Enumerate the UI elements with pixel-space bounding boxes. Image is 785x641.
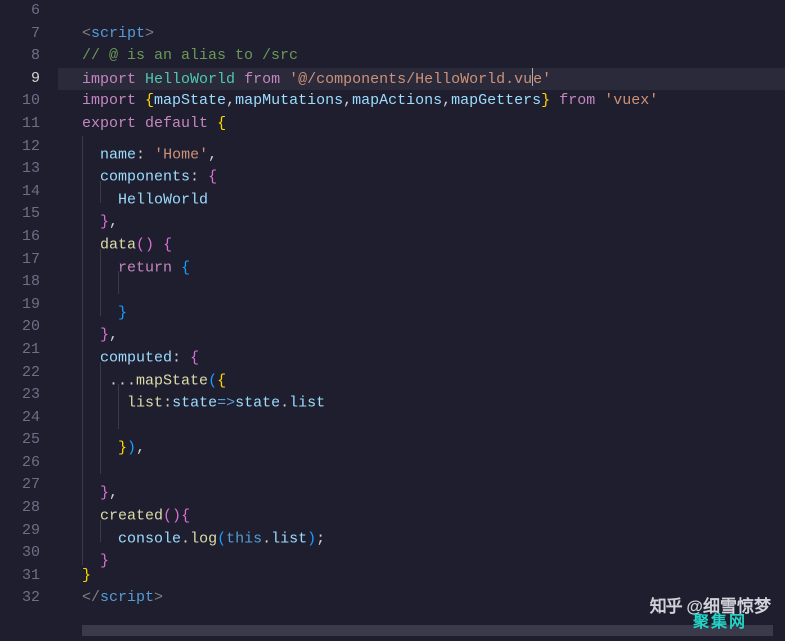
line-number: 20 [0, 316, 58, 339]
code-line[interactable]: }, [58, 474, 785, 497]
line-number: 11 [0, 113, 58, 136]
code-line[interactable]: // @ is an alias to /src [58, 45, 785, 68]
line-number: 31 [0, 565, 58, 588]
line-number: 28 [0, 497, 58, 520]
line-number: 24 [0, 407, 58, 430]
code-line[interactable]: } [58, 294, 785, 317]
line-number: 26 [0, 452, 58, 475]
line-number: 16 [0, 226, 58, 249]
code-line[interactable]: data() { [58, 226, 785, 249]
line-number-gutter: 6789101112131415161718192021222324252627… [0, 0, 58, 625]
code-line[interactable]: created(){ [58, 497, 785, 520]
code-line[interactable]: ...mapState({ [58, 362, 785, 385]
line-number: 18 [0, 271, 58, 294]
code-line[interactable]: return { [58, 249, 785, 272]
line-number: 6 [0, 0, 58, 23]
code-line[interactable]: import {mapState,mapMutations,mapActions… [58, 90, 785, 113]
code-line[interactable]: export default { [58, 113, 785, 136]
line-number: 14 [0, 181, 58, 204]
code-area[interactable]: <script>// @ is an alias to /srcimport H… [58, 0, 785, 625]
line-number: 29 [0, 520, 58, 543]
line-number: 8 [0, 45, 58, 68]
line-number: 9 [0, 68, 58, 91]
line-number: 19 [0, 294, 58, 317]
line-number: 10 [0, 90, 58, 113]
code-line[interactable]: } [58, 565, 785, 588]
code-line[interactable]: components: { [58, 158, 785, 181]
code-line[interactable]: <script> [58, 23, 785, 46]
line-number: 7 [0, 23, 58, 46]
code-line[interactable]: }, [58, 316, 785, 339]
line-number: 32 [0, 587, 58, 610]
zhihu-logo: 知乎 [650, 597, 682, 616]
site-watermark: 聚集网 [693, 612, 747, 635]
line-number: 22 [0, 362, 58, 385]
code-line[interactable]: name: 'Home', [58, 136, 785, 159]
code-line[interactable]: }), [58, 429, 785, 452]
line-number: 30 [0, 542, 58, 565]
code-line[interactable]: computed: { [58, 339, 785, 362]
line-number: 15 [0, 203, 58, 226]
code-line[interactable]: list:state=>state.list [58, 384, 785, 407]
line-number: 27 [0, 474, 58, 497]
line-number: 17 [0, 249, 58, 272]
code-line[interactable]: import HelloWorld from '@/components/Hel… [58, 68, 785, 91]
code-line[interactable]: HelloWorld [58, 181, 785, 204]
line-number: 25 [0, 429, 58, 452]
code-line[interactable] [58, 452, 785, 475]
line-number: 23 [0, 384, 58, 407]
code-line[interactable] [58, 0, 785, 23]
code-editor[interactable]: 6789101112131415161718192021222324252627… [0, 0, 785, 625]
line-number: 21 [0, 339, 58, 362]
line-number: 12 [0, 136, 58, 159]
code-line[interactable]: console.log(this.list); [58, 520, 785, 543]
line-number: 13 [0, 158, 58, 181]
horizontal-scrollbar[interactable] [82, 625, 773, 636]
